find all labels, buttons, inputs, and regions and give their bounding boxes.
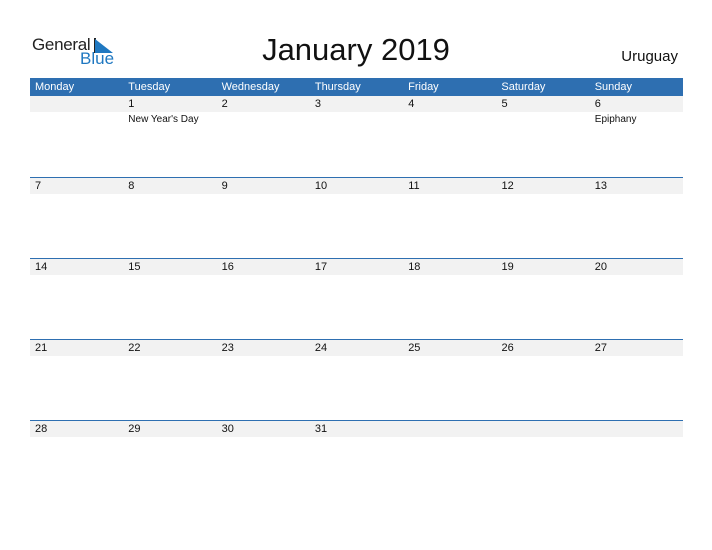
day-cell: 8 <box>123 178 216 259</box>
day-number: 16 <box>221 261 234 273</box>
day-number: 19 <box>501 261 514 273</box>
day-number: 3 <box>314 98 322 110</box>
day-number: 15 <box>128 261 141 273</box>
week-row: 7 8 9 10 11 12 13 <box>30 177 683 259</box>
weekday-tuesday: Tuesday <box>128 81 171 93</box>
weekday-wednesday: Wednesday <box>221 81 280 93</box>
day-cell: 23 <box>217 340 310 421</box>
weekday-sunday: Sunday <box>594 81 632 93</box>
day-cell: 14 <box>30 259 123 340</box>
day-cell: 30 <box>217 421 310 502</box>
day-number: 8 <box>128 180 135 192</box>
day-number: 14 <box>35 261 48 273</box>
day-number: 22 <box>128 342 141 354</box>
day-cell <box>497 421 590 502</box>
day-number: 27 <box>594 342 608 354</box>
day-number: 30 <box>221 423 234 435</box>
day-cell: 3 <box>310 96 403 177</box>
day-cell <box>590 421 683 502</box>
weekday-header: Monday Tuesday Wednesday Thursday Friday… <box>30 78 683 96</box>
day-cell: 2 <box>217 96 310 177</box>
day-number: 28 <box>35 423 48 435</box>
day-cell: 13 <box>590 178 683 259</box>
day-number: 24 <box>314 342 328 354</box>
day-number: 2 <box>221 98 228 110</box>
day-cell <box>403 421 496 502</box>
day-cell: 29 <box>123 421 216 502</box>
day-number: 6 <box>594 98 601 110</box>
day-number: 7 <box>35 180 42 192</box>
day-cell: 12 <box>497 178 590 259</box>
day-cell: 20 <box>590 259 683 340</box>
country-label: Uruguay <box>621 48 678 65</box>
day-number: 11 <box>408 180 420 192</box>
day-number: 20 <box>594 261 608 273</box>
day-cell: 22 <box>123 340 216 421</box>
week-row: 1 New Year's Day 2 3 4 5 6 Epiphany <box>30 96 683 177</box>
day-cell: 11 <box>403 178 496 259</box>
weekday-monday: Monday <box>35 81 75 93</box>
day-cell: 4 <box>403 96 496 177</box>
week-row: 21 22 23 24 25 26 27 <box>30 339 683 421</box>
day-number: 13 <box>594 180 608 192</box>
weekday-thursday: Thursday <box>314 81 361 93</box>
day-cell: 27 <box>590 340 683 421</box>
day-cell: 24 <box>310 340 403 421</box>
calendar-title: January 2019 <box>262 32 450 67</box>
day-cell: 6 Epiphany <box>590 96 683 177</box>
holiday-label: Epiphany <box>594 114 637 125</box>
day-cell: 15 <box>123 259 216 340</box>
day-cell: 16 <box>217 259 310 340</box>
day-number: 29 <box>128 423 141 435</box>
weekday-saturday: Saturday <box>501 81 546 93</box>
day-number: 18 <box>408 261 421 273</box>
day-number: 26 <box>501 342 514 354</box>
day-cell: 26 <box>497 340 590 421</box>
day-number: 25 <box>408 342 421 354</box>
day-number: 4 <box>408 98 415 110</box>
day-cell: 7 <box>30 178 123 259</box>
day-cell: 17 <box>310 259 403 340</box>
weekday-friday: Friday <box>408 81 439 93</box>
week-row: 14 15 16 17 18 19 20 <box>30 258 683 340</box>
day-cell: 31 <box>310 421 403 502</box>
day-cell: 25 <box>403 340 496 421</box>
day-number: 10 <box>314 180 328 192</box>
day-number: 9 <box>221 180 228 192</box>
day-cell: 9 <box>217 178 310 259</box>
day-number: 17 <box>314 261 328 273</box>
day-cell: 19 <box>497 259 590 340</box>
day-cell: 10 <box>310 178 403 259</box>
holiday-label: New Year's Day <box>128 114 199 125</box>
day-number: 12 <box>501 180 514 192</box>
day-number: 31 <box>314 423 328 435</box>
day-cell: 28 <box>30 421 123 502</box>
day-number: 5 <box>501 98 508 110</box>
day-cell: 5 <box>497 96 590 177</box>
day-cell: 1 New Year's Day <box>123 96 216 177</box>
day-cell: 21 <box>30 340 123 421</box>
day-cell: 18 <box>403 259 496 340</box>
day-cell <box>30 96 123 177</box>
day-number: 1 <box>128 98 135 110</box>
week-row: 28 29 30 31 <box>30 420 683 502</box>
day-number: 21 <box>35 342 48 354</box>
day-number: 23 <box>221 342 234 354</box>
